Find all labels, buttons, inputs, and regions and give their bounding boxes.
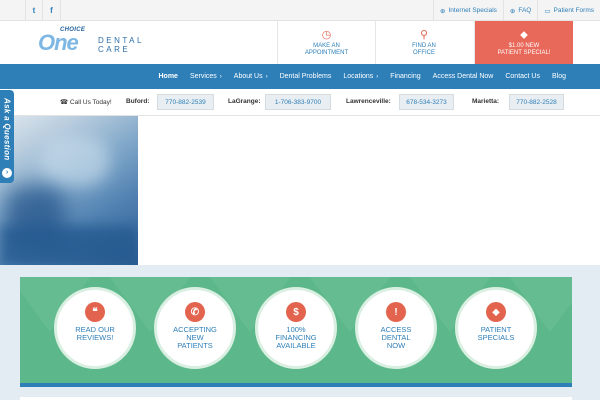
phone-buford-button[interactable]: 770-882-2539: [157, 94, 214, 110]
nav-dental-problems[interactable]: Dental Problems: [274, 64, 338, 89]
nav-locations[interactable]: Locations ›: [337, 64, 384, 89]
nav-label: Blog: [551, 73, 566, 80]
nav-about-us[interactable]: About Us ›: [228, 64, 274, 89]
chevron-right-icon: ›: [376, 73, 379, 80]
faq-link[interactable]: ⊕ FAQ: [502, 0, 537, 21]
nav-items: Home Services › About Us › Dental Problems…: [152, 64, 572, 89]
internet-specials-label: Internet Specials: [448, 7, 497, 14]
phone-marietta-button[interactable]: 770-882-2528: [509, 94, 564, 110]
new-patient-special-button[interactable]: ⬥ $1.00 NEW PATIENT SPECIAL!: [474, 21, 573, 64]
office-line1: FIND AN: [412, 42, 436, 49]
nav-label: Contact Us: [505, 73, 540, 80]
map-pin-icon: ⚲: [419, 28, 429, 41]
find-office-button[interactable]: ⚲ FIND AN OFFICE: [375, 21, 472, 64]
feature-label: ACCEPTING NEW PATIENTS: [173, 325, 217, 350]
location-marietta-label: Marietta:: [472, 98, 500, 105]
nav-blog[interactable]: Blog: [546, 64, 572, 89]
clock-icon: ◷: [321, 28, 332, 41]
exclamation-icon: !: [386, 302, 406, 322]
speech-bubble-icon: ❝: [85, 302, 105, 322]
logo-care: CARE: [98, 45, 131, 54]
phone-bar: ☎ Call Us Today! Buford: 770-882-2539 La…: [0, 89, 600, 116]
phone-lagrange-button[interactable]: 1-706-383-9700: [265, 94, 331, 110]
nav-label: Services: [189, 73, 217, 80]
feature-section: ❝ READ OUR REVIEWS! ✆ ACCEPTING NEW PATIENT…: [0, 265, 600, 400]
ask-a-question-tab[interactable]: Ask a Question ›: [0, 90, 14, 183]
patient-forms-link[interactable]: ▭ Patient Forms: [537, 0, 600, 21]
feature-label: PATIENT SPECIALS: [477, 325, 515, 342]
nav-home[interactable]: Home: [152, 64, 183, 89]
feature-patient-specials[interactable]: ⬥ PATIENT SPECIALS: [455, 287, 537, 369]
facebook-icon[interactable]: f: [43, 0, 61, 21]
nav-label: Access Dental Now: [432, 73, 494, 80]
location-lawrenceville-label: Lawrenceville:: [346, 98, 391, 105]
call-us-label: ☎ Call Us Today!: [60, 99, 112, 106]
internet-specials-link[interactable]: ⊕ Internet Specials: [433, 0, 503, 21]
appointment-line1: MAKE AN: [313, 42, 340, 49]
chevron-circle-icon: ›: [2, 168, 12, 178]
site-header: CHOICE One DENTAL CARE ◷ MAKE AN APPOINT…: [0, 21, 600, 64]
hero-blur-shape: [40, 136, 110, 186]
nav-financing[interactable]: Financing: [384, 64, 426, 89]
logo-dental: DENTAL: [98, 36, 144, 45]
chevron-right-icon: ›: [219, 73, 222, 80]
nav-contact-us[interactable]: Contact Us: [499, 64, 546, 89]
nav-label: Dental Problems: [279, 73, 332, 80]
feature-financing-available[interactable]: $ 100% FINANCING AVAILABLE: [255, 287, 337, 369]
feature-band: ❝ READ OUR REVIEWS! ✆ ACCEPTING NEW PATIENT…: [20, 277, 572, 387]
nav-access-dental-now[interactable]: Access Dental Now: [427, 64, 500, 89]
location-buford-label: Buford:: [126, 98, 150, 105]
twitter-icon[interactable]: t: [25, 0, 43, 21]
tag-icon: ⬥: [520, 28, 528, 41]
appointment-line2: APPOINTMENT: [304, 49, 349, 56]
special-line1: $1.00 NEW: [508, 42, 540, 49]
office-line2: OFFICE: [413, 49, 435, 56]
phone-lawrenceville-button[interactable]: 678-534-3273: [399, 94, 454, 110]
plus-circle-icon: ⊕: [440, 7, 446, 15]
nav-label: Locations: [343, 73, 374, 80]
phone-icon: ✆: [185, 302, 205, 322]
plus-circle-icon: ⊕: [509, 7, 516, 15]
patient-forms-label: Patient Forms: [553, 7, 594, 14]
ask-a-question-label: Ask a Question: [2, 97, 12, 161]
chevron-right-icon: ›: [265, 73, 268, 80]
top-links: ⊕ Internet Specials ⊕ FAQ ▭ Patient Form…: [433, 0, 600, 21]
nav-services[interactable]: Services ›: [184, 64, 228, 89]
top-utility-bar: t f ⊕ Internet Specials ⊕ FAQ ▭ Patient …: [0, 0, 600, 21]
feature-read-reviews[interactable]: ❝ READ OUR REVIEWS!: [54, 287, 136, 369]
folder-icon: ▭: [544, 7, 551, 15]
feature-accepting-new-patients[interactable]: ✆ ACCEPTING NEW PATIENTS: [154, 287, 236, 369]
feature-label: ACCESS DENTAL NOW: [380, 325, 412, 350]
nav-label: Home: [158, 73, 178, 80]
feature-access-dental-now[interactable]: ! ACCESS DENTAL NOW: [355, 287, 437, 369]
make-appointment-button[interactable]: ◷ MAKE AN APPOINTMENT: [277, 21, 375, 64]
logo-one-text: One: [38, 30, 79, 55]
money-icon: $: [286, 302, 306, 322]
nav-label: Financing: [390, 73, 421, 80]
main-nav: Home Services › About Us › Dental Problems…: [0, 64, 600, 89]
logo-dental-care-text: DENTAL CARE: [98, 36, 144, 54]
hero-blur-shape: [0, 226, 138, 265]
hero-image: [0, 116, 138, 265]
feature-label: READ OUR REVIEWS!: [75, 325, 115, 342]
feature-label: 100% FINANCING AVAILABLE: [275, 325, 317, 350]
tag-icon: ⬥: [486, 302, 506, 322]
nav-label: About Us: [233, 73, 263, 80]
faq-label: FAQ: [518, 7, 532, 14]
location-lagrange-label: LaGrange:: [228, 98, 261, 105]
special-line2: PATIENT SPECIAL!: [497, 49, 551, 56]
logo[interactable]: CHOICE One DENTAL CARE: [38, 27, 158, 57]
